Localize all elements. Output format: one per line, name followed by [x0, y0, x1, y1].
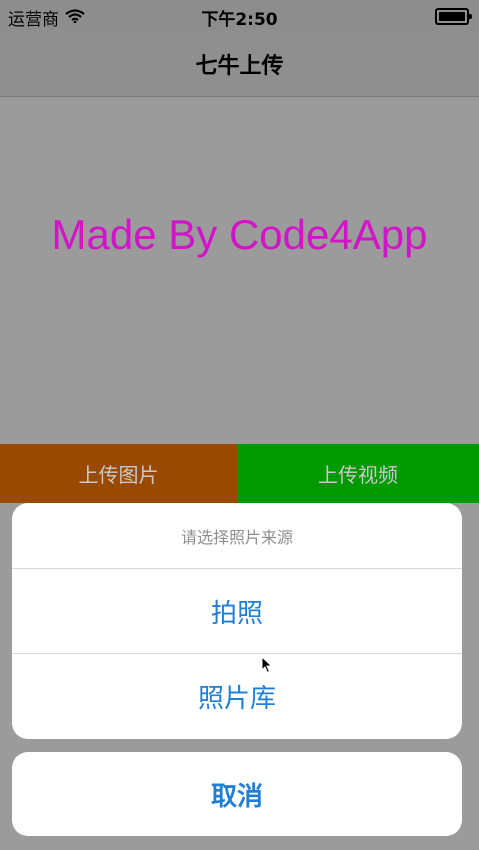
page-title: 七牛上传	[195, 54, 284, 79]
watermark-text: Made By Code4App	[51, 211, 428, 258]
content-area: Made By Code4App	[0, 97, 479, 444]
upload-image-button[interactable]: 上传图片	[0, 444, 237, 503]
take-photo-button[interactable]: 拍照	[12, 569, 462, 654]
battery-icon	[435, 8, 472, 25]
action-sheet: 请选择照片来源 拍照 照片库	[12, 503, 462, 739]
mouse-cursor-icon	[261, 655, 273, 678]
status-time: 下午2:50	[201, 10, 278, 30]
cancel-button[interactable]: 取消	[12, 752, 462, 836]
photo-library-button[interactable]: 照片库	[12, 654, 462, 739]
upload-video-button[interactable]: 上传视频	[237, 444, 479, 503]
navigation-bar: 七牛上传	[0, 30, 479, 97]
action-sheet-title: 请选择照片来源	[12, 503, 462, 569]
status-bar: 运营商 下午2:50	[0, 0, 479, 30]
